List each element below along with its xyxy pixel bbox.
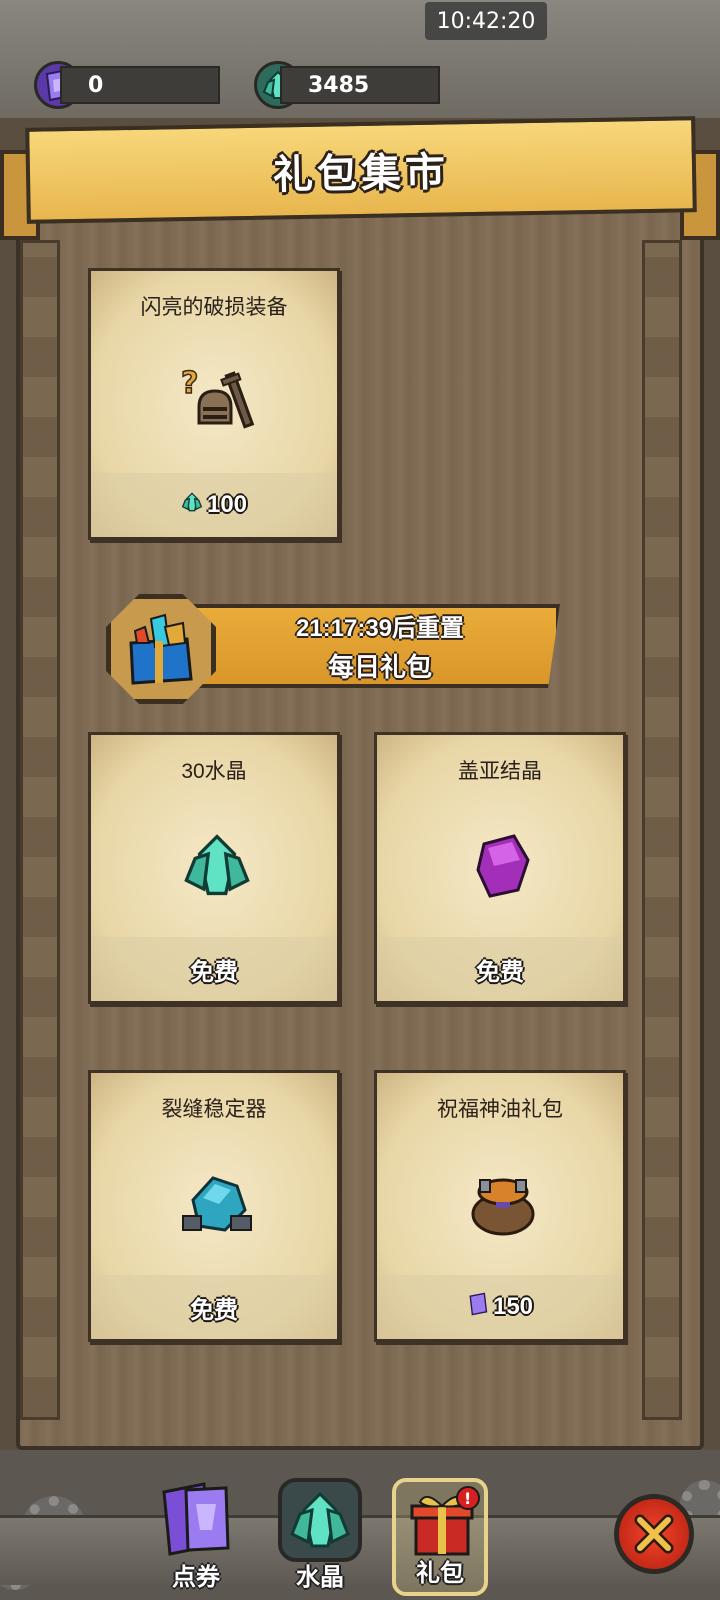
pack-price: 免费 <box>377 937 623 1001</box>
featured-pack-title: 闪亮的破损装备 <box>140 296 288 319</box>
tab-gift-packs[interactable]: ! 礼包 <box>392 1478 488 1596</box>
pack-title: 裂缝稳定器 <box>161 1098 267 1121</box>
featured-pack-price: 100 <box>91 473 337 537</box>
teal-crystal-cluster-icon <box>167 815 267 915</box>
purple-cards-icon <box>154 1478 238 1562</box>
tab-label: 点券 <box>172 1564 220 1591</box>
page-title: 礼包集市 <box>272 150 450 198</box>
svg-text:!: ! <box>464 1489 471 1508</box>
svg-text:?: ? <box>181 366 198 401</box>
title-banner: 礼包集市 <box>25 116 697 224</box>
close-icon <box>634 1514 674 1554</box>
pack-price: 免费 <box>91 937 337 1001</box>
clock: 10:42:20 <box>425 2 547 40</box>
voucher-balance: 0 <box>60 66 220 104</box>
pack-title: 祝福神油礼包 <box>437 1098 563 1121</box>
left-rail <box>20 240 60 1420</box>
voucher-price-icon <box>467 1292 489 1323</box>
daily-reset-timer: 21:17:39后重置 <box>295 615 465 642</box>
crystal-price-icon <box>181 491 203 519</box>
daily-pack-banner: 21:17:39后重置 每日礼包 <box>160 604 560 688</box>
pack-price-value: 免费 <box>190 958 238 986</box>
pack-price: 150 <box>377 1275 623 1339</box>
close-button[interactable] <box>614 1494 694 1574</box>
pack-card-30-crystals[interactable]: 30水晶 免费 <box>88 732 340 1004</box>
purple-crystal-icon <box>453 815 553 915</box>
tab-crystals[interactable]: 水晶 <box>272 1478 368 1596</box>
pack-price-value: 150 <box>492 1293 534 1320</box>
right-rail <box>642 240 682 1420</box>
tab-vouchers[interactable]: 点券 <box>148 1478 244 1596</box>
pack-card-blessed-oil[interactable]: 祝福神油礼包 150 <box>374 1070 626 1342</box>
blue-ore-icon <box>167 1153 267 1253</box>
crystal-balance: 3485 <box>280 66 440 104</box>
teal-crystal-icon <box>278 1478 362 1562</box>
red-gift-icon: ! <box>402 1482 486 1566</box>
gift-box-icon <box>106 594 216 704</box>
pack-card-rift-stabilizer[interactable]: 裂缝稳定器 免费 <box>88 1070 340 1342</box>
crystal-count: 3485 <box>308 72 370 98</box>
daily-pack-title: 每日礼包 <box>327 652 432 682</box>
pack-title: 30水晶 <box>181 760 247 783</box>
oil-sack-icon <box>453 1153 553 1253</box>
tab-label: 水晶 <box>296 1564 344 1591</box>
pack-price-value: 免费 <box>190 1296 238 1324</box>
voucher-count: 0 <box>88 72 104 98</box>
featured-pack-card[interactable]: 闪亮的破损装备 ? 100 <box>88 268 340 540</box>
pack-price-value: 免费 <box>476 958 524 986</box>
pack-title: 盖亚结晶 <box>458 760 542 783</box>
pack-price: 免费 <box>91 1275 337 1339</box>
pack-card-gaia-crystal[interactable]: 盖亚结晶 免费 <box>374 732 626 1004</box>
broken-gear-icon: ? <box>167 351 267 451</box>
featured-pack-price-value: 100 <box>206 491 248 518</box>
